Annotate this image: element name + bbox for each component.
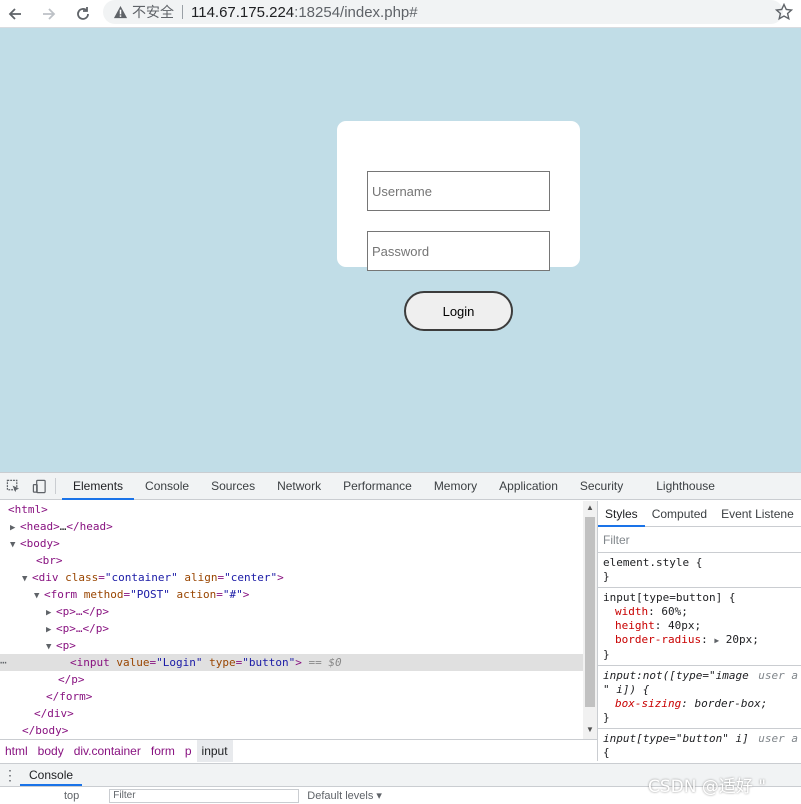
dom-node-p[interactable]: ▶ <p>…</p>: [0, 603, 583, 620]
rule-close: }: [603, 570, 610, 583]
rule-declaration[interactable]: width: 60%;: [603, 605, 796, 619]
username-input[interactable]: [367, 171, 550, 211]
dom-node-body-close[interactable]: </body>: [0, 722, 583, 739]
dom-tree[interactable]: <html> ▶ <head>…</head> ▼ <body> <br> ▼ <di…: [0, 501, 583, 739]
console-filter-input[interactable]: Filter: [109, 788, 300, 803]
dom-node-div[interactable]: ▼ <div class="container" align="center">: [0, 569, 583, 586]
dom-node-p[interactable]: ▶ <p>…</p>: [0, 620, 583, 637]
security-label: 不安全: [132, 4, 174, 20]
warning-icon: [113, 5, 128, 18]
user-agent-label: user a: [758, 732, 798, 745]
dom-node-p[interactable]: ▼ <p>: [0, 637, 583, 654]
breadcrumb-p[interactable]: p: [180, 740, 197, 762]
dom-node-br[interactable]: <br>: [0, 552, 583, 569]
css-rule-input-button[interactable]: input[type=button] { width: 60%; height:…: [598, 588, 801, 666]
rule-selector: input[type=button] {: [603, 591, 736, 604]
dom-scrollbar[interactable]: ▲ ▼: [583, 501, 597, 739]
tab-lighthouse[interactable]: Lighthouse: [634, 473, 726, 500]
breadcrumb: html body div.container form p input: [0, 739, 597, 762]
tab-performance[interactable]: Performance: [332, 473, 423, 500]
devtools-tabbar: Elements Console Sources Network Perform…: [0, 473, 801, 500]
breadcrumb-body[interactable]: body: [33, 740, 69, 762]
dom-node-html[interactable]: <html>: [0, 501, 583, 518]
browser-toolbar: 不安全 114.67.175.224:18254/index.php#: [0, 0, 801, 28]
url-text: 114.67.175.224:18254/index.php#: [191, 3, 418, 21]
reload-icon[interactable]: [72, 3, 94, 25]
inspect-element-icon[interactable]: [3, 476, 23, 496]
tab-console[interactable]: Console: [134, 473, 200, 500]
tab-computed[interactable]: Computed: [645, 501, 714, 527]
dom-node-head[interactable]: ▶ <head>…</head>: [0, 518, 583, 535]
css-rule-element-style[interactable]: element.style { }: [598, 553, 801, 588]
password-input[interactable]: [367, 231, 550, 271]
watermark: CSDN @适好 ": [648, 777, 767, 797]
drawer-menu-icon[interactable]: ⋮: [0, 767, 20, 784]
device-toolbar-icon[interactable]: [29, 476, 49, 496]
styles-filter-input[interactable]: [603, 532, 797, 548]
login-button[interactable]: Login: [404, 291, 513, 331]
breadcrumb-div[interactable]: div.container: [69, 740, 146, 762]
scroll-down-icon[interactable]: ▼: [586, 725, 594, 734]
log-levels-dropdown[interactable]: Default levels ▾: [307, 789, 382, 802]
tab-event-listeners[interactable]: Event Listene: [714, 501, 801, 527]
address-separator: [182, 5, 183, 19]
tab-memory[interactable]: Memory: [423, 473, 488, 500]
bookmark-star-icon[interactable]: [775, 3, 793, 21]
back-icon[interactable]: [4, 3, 26, 25]
tab-security[interactable]: Security: [569, 473, 634, 500]
dom-node-p-close[interactable]: </p>: [0, 671, 583, 688]
dom-node-body[interactable]: ▼ <body>: [0, 535, 583, 552]
dom-node-form[interactable]: ▼ <form method="POST" action="#">: [0, 586, 583, 603]
dom-node-form-close[interactable]: </form>: [0, 688, 583, 705]
dom-node-input-selected[interactable]: ⋯ <input value="Login" type="button"> == …: [0, 654, 583, 671]
breadcrumb-input[interactable]: input: [196, 739, 233, 762]
rule-declaration[interactable]: border-radius: ▶ 20px;: [603, 633, 796, 648]
dom-node-div-close[interactable]: </div>: [0, 705, 583, 722]
user-agent-label: user a: [758, 669, 798, 682]
devtools-panel: Elements Console Sources Network Perform…: [0, 472, 801, 804]
scrollbar-thumb[interactable]: [585, 517, 595, 707]
rule-selector: " i]) {: [603, 683, 650, 696]
drawer-tab-console[interactable]: Console: [20, 764, 83, 786]
styles-tabbar: Styles Computed Event Listene: [598, 501, 801, 527]
tab-elements[interactable]: Elements: [62, 473, 135, 500]
more-dots-icon[interactable]: ⋯: [0, 654, 7, 671]
tab-divider: [55, 478, 56, 494]
rule-declaration[interactable]: box-sizing: border-box;: [603, 697, 796, 711]
address-bar[interactable]: 不安全 114.67.175.224:18254/index.php#: [103, 0, 783, 24]
rule-close: }: [603, 648, 610, 661]
css-rule-box-sizing[interactable]: user a input:not([type="image " i]) { bo…: [598, 666, 801, 729]
tab-styles[interactable]: Styles: [598, 501, 645, 527]
tab-network[interactable]: Network: [266, 473, 332, 500]
breadcrumb-form[interactable]: form: [146, 740, 180, 762]
rule-close: }: [603, 711, 610, 724]
tab-application[interactable]: Application: [488, 473, 569, 500]
rule-selector: element.style {: [603, 556, 703, 569]
scroll-up-icon[interactable]: ▲: [586, 503, 594, 512]
styles-pane: Styles Computed Event Listene element.st…: [597, 501, 801, 761]
styles-filter: [598, 527, 801, 553]
forward-icon[interactable]: [38, 3, 60, 25]
breadcrumb-html[interactable]: html: [0, 740, 33, 762]
tab-sources[interactable]: Sources: [200, 473, 266, 500]
rule-open: {: [603, 746, 610, 759]
context-selector[interactable]: top: [64, 790, 79, 802]
css-rule-input-button-ua[interactable]: user a input[type="button" i] {: [598, 729, 801, 761]
rule-declaration[interactable]: height: 40px;: [603, 619, 796, 633]
